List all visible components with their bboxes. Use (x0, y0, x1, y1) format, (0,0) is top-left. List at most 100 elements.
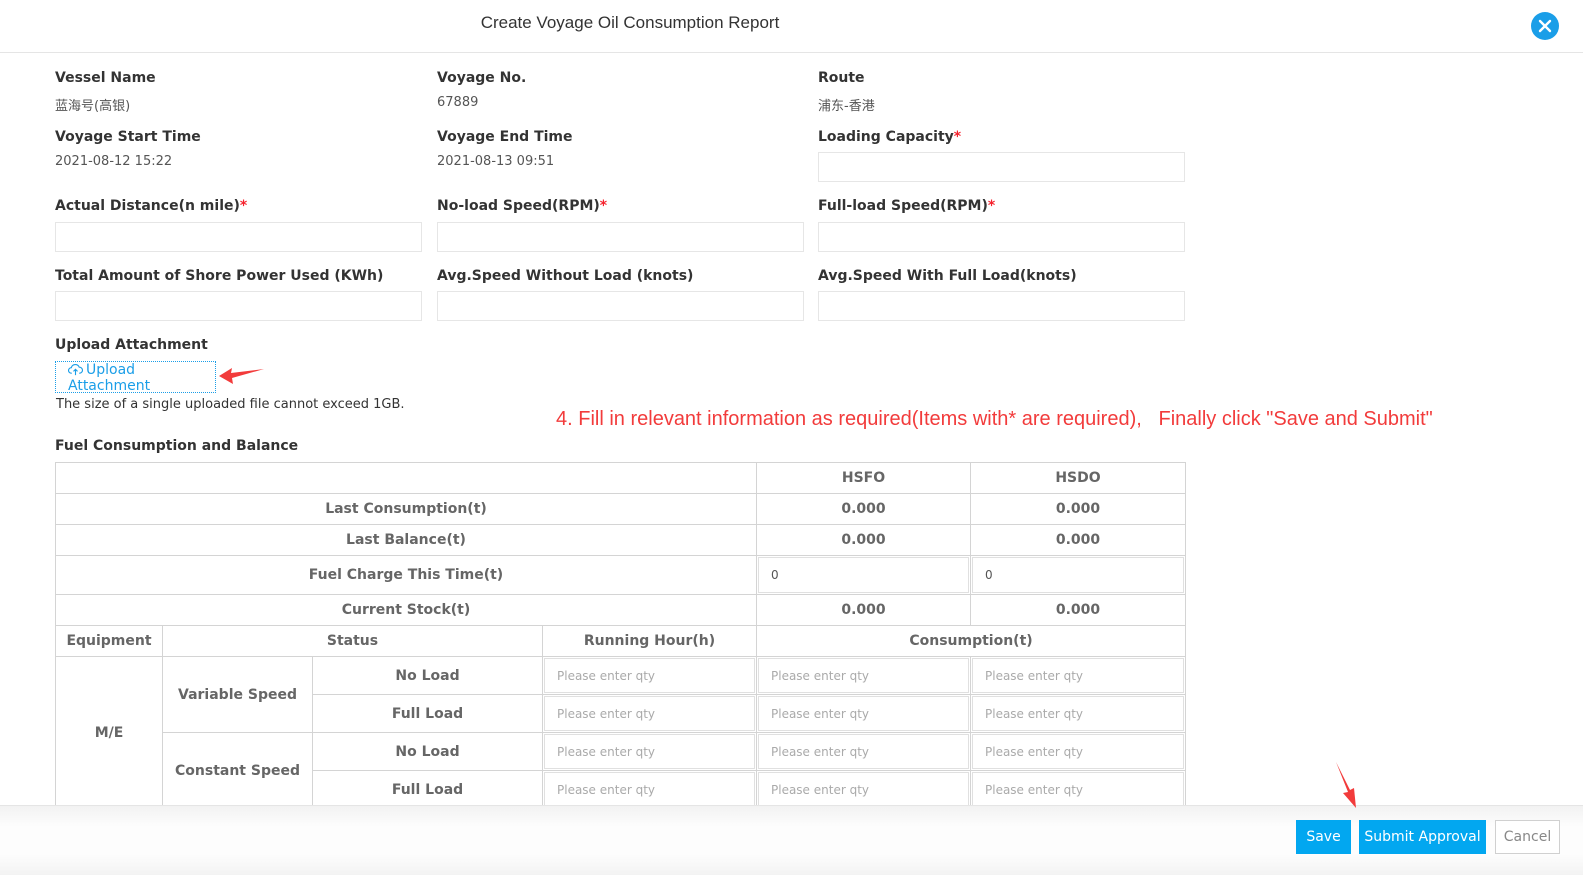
load-cell: No Load (312, 656, 543, 695)
hsfo-consumption-input[interactable] (758, 772, 969, 807)
cancel-button[interactable]: Cancel (1495, 820, 1560, 854)
shore-power-field: Total Amount of Shore Power Used (KWh) (55, 268, 422, 321)
equipment-cell: M/E (55, 656, 163, 809)
fuel-header-row: HSFO HSDO (55, 462, 1186, 494)
hsdo-fuel-charge-input[interactable] (972, 557, 1184, 593)
submit-approval-button[interactable]: Submit Approval (1359, 820, 1486, 854)
loading-capacity-label: Loading Capacity (818, 129, 954, 145)
running-hour-input[interactable] (544, 658, 755, 693)
avg-speed-no-load-label: Avg.Speed Without Load (knots) (437, 268, 694, 284)
running-hour-header: Running Hour(h) (542, 625, 757, 657)
create-report-modal: Create Voyage Oil Consumption Report Ves… (0, 0, 1583, 875)
fuel-consumption-table: HSFO HSDO Last Consumption(t) 0.000 0.00… (55, 462, 1186, 809)
mode-cell: Variable Speed (162, 656, 313, 733)
cloud-upload-icon (68, 364, 83, 376)
avg-speed-full-load-input[interactable] (818, 291, 1185, 321)
voyage-no-label: Voyage No. (437, 70, 527, 86)
shore-power-label: Total Amount of Shore Power Used (KWh) (55, 268, 384, 284)
row-label: Last Consumption(t) (55, 493, 757, 525)
hsdo-consumption-input[interactable] (972, 734, 1184, 769)
equipment-header: Equipment (55, 625, 163, 657)
annotation-arrow-icon (1336, 762, 1356, 808)
hsfo-value: 0.000 (756, 594, 971, 626)
hsfo-fuel-charge-input[interactable] (758, 557, 969, 593)
actual-distance-field: Actual Distance(n mile)* (55, 198, 422, 252)
vessel-name-label: Vessel Name (55, 70, 156, 86)
route-field: Route 浦东-香港 (818, 70, 875, 114)
fuel-type-header: HSFO (756, 462, 971, 494)
upload-attachment-field: Upload Attachment (55, 337, 208, 353)
status-header: Status (162, 625, 543, 657)
fuel-type-header: HSDO (970, 462, 1186, 494)
table-row: Current Stock(t) 0.000 0.000 (55, 594, 1186, 626)
hsdo-value: 0.000 (970, 594, 1186, 626)
voyage-end-time-field: Voyage End Time 2021-08-13 09:51 (437, 129, 573, 169)
empty-header-cell (55, 462, 757, 494)
full-load-speed-field: Full-load Speed(RPM)* (818, 198, 1185, 252)
required-mark: * (953, 129, 962, 145)
actual-distance-input[interactable] (55, 222, 422, 252)
no-load-speed-label: No-load Speed(RPM) (437, 198, 600, 214)
full-load-speed-input[interactable] (818, 222, 1185, 252)
row-label: Fuel Charge This Time(t) (55, 555, 757, 595)
hsdo-value: 0.000 (970, 524, 1186, 556)
annotation-arrow-icon (219, 368, 264, 384)
route-value: 浦东-香港 (818, 99, 875, 114)
modal-title: Create Voyage Oil Consumption Report (480, 13, 780, 32)
vessel-name-value: 蓝海号(高银) (55, 99, 131, 114)
save-button[interactable]: Save (1296, 820, 1351, 854)
full-load-speed-label: Full-load Speed(RPM) (818, 198, 988, 214)
loading-capacity-field: Loading Capacity* (818, 129, 1185, 182)
table-row: Constant Speed No Load (56, 732, 1186, 809)
voyage-end-time-value: 2021-08-13 09:51 (437, 154, 555, 169)
voyage-start-time-field: Voyage Start Time 2021-08-12 15:22 (55, 129, 201, 169)
no-load-speed-field: No-load Speed(RPM)* (437, 198, 804, 252)
mode-cell: Constant Speed (162, 732, 313, 809)
hsdo-consumption-input[interactable] (972, 696, 1184, 731)
consumption-header: Consumption(t) (756, 625, 1186, 657)
hsfo-consumption-input[interactable] (758, 658, 969, 693)
hsfo-value: 0.000 (756, 524, 971, 556)
avg-speed-no-load-input[interactable] (437, 291, 804, 321)
no-load-speed-input[interactable] (437, 222, 804, 252)
table-row: Last Balance(t) 0.000 0.000 (55, 524, 1186, 556)
voyage-no-value: 67889 (437, 95, 479, 110)
required-mark: * (599, 198, 608, 214)
running-hour-input[interactable] (544, 734, 755, 769)
row-label: Last Balance(t) (55, 524, 757, 556)
running-hour-input[interactable] (544, 696, 755, 731)
avg-speed-full-load-field: Avg.Speed With Full Load(knots) (818, 268, 1185, 321)
loading-capacity-input[interactable] (818, 152, 1185, 182)
shore-power-input[interactable] (55, 291, 422, 321)
route-label: Route (818, 70, 865, 86)
hsfo-consumption-input[interactable] (758, 734, 969, 769)
actual-distance-label: Actual Distance(n mile) (55, 198, 240, 214)
running-hour-input[interactable] (544, 772, 755, 807)
close-button[interactable] (1531, 12, 1559, 40)
equipment-header-row: Equipment Status Running Hour(h) Consump… (55, 625, 1186, 657)
table-row: Fuel Charge This Time(t) (55, 555, 1186, 595)
hsdo-consumption-input[interactable] (972, 772, 1184, 807)
voyage-no-field: Voyage No. 67889 (437, 70, 526, 110)
vessel-name-field: Vessel Name 蓝海号(高银) (55, 70, 156, 114)
required-mark: * (987, 198, 996, 214)
avg-speed-no-load-field: Avg.Speed Without Load (knots) (437, 268, 804, 321)
table-row: M/E Variable Speed No Load (55, 656, 1186, 809)
close-icon (1538, 19, 1552, 33)
upload-attachment-label: Upload Attachment (55, 337, 208, 353)
avg-speed-full-load-label: Avg.Speed With Full Load(knots) (818, 268, 1077, 284)
modal-header: Create Voyage Oil Consumption Report (0, 0, 1583, 53)
voyage-start-time-label: Voyage Start Time (55, 129, 201, 145)
load-cell: Full Load (312, 694, 543, 733)
hsdo-consumption-input[interactable] (972, 658, 1184, 693)
fuel-section-title: Fuel Consumption and Balance (55, 438, 299, 454)
upload-attachment-button[interactable]: Upload Attachment (55, 361, 216, 394)
hsdo-value: 0.000 (970, 493, 1186, 525)
voyage-end-time-label: Voyage End Time (437, 129, 573, 145)
load-cell: No Load (312, 732, 543, 771)
required-mark: * (239, 198, 248, 214)
instruction-annotation: 4. Fill in relevant information as requi… (556, 408, 1433, 430)
upload-size-note: The size of a single uploaded file canno… (56, 397, 405, 412)
hsfo-value: 0.000 (756, 493, 971, 525)
hsfo-consumption-input[interactable] (758, 696, 969, 731)
